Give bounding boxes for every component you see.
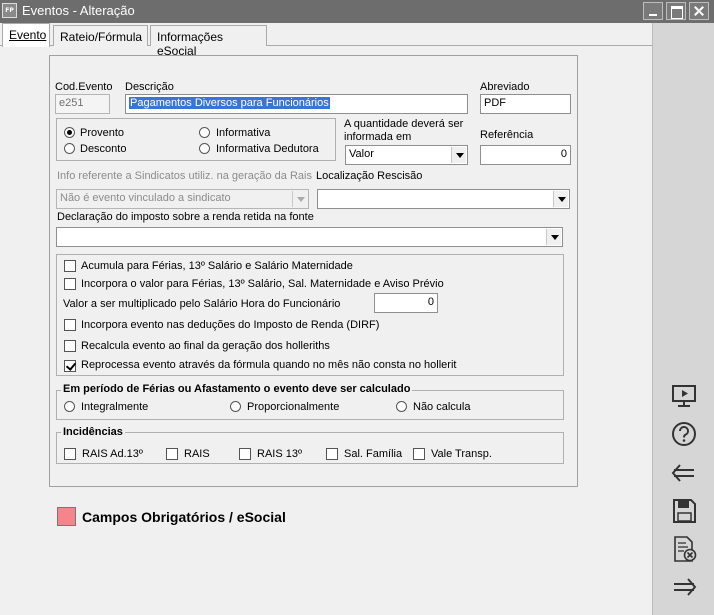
tab-informacoes-esocial[interactable]: Informações eSocial [150, 25, 267, 58]
back-arrow-icon [671, 464, 694, 482]
ferias-group-title: Em período de Férias ou Afastamento o ev… [61, 383, 413, 395]
forward-arrow-icon [674, 578, 697, 596]
descricao-field[interactable]: Pagamentos Diversos para Funcionários [125, 94, 468, 114]
referencia-label: Referência [480, 129, 534, 141]
dirf-decl-select[interactable] [56, 227, 563, 247]
tab-evento[interactable]: Evento [2, 23, 50, 47]
sindicato-value: Não é evento vinculado a sindicato [60, 192, 231, 204]
save-button[interactable] [669, 497, 699, 525]
abreviado-label: Abreviado [480, 81, 530, 93]
acumula-ferias-label: Acumula para Férias, 13º Salário e Salár… [81, 260, 353, 272]
app-icon: FP [2, 3, 17, 18]
action-sidebar [652, 23, 714, 615]
tab-strip: Evento Rateio/Fórmula Informações eSocia… [0, 23, 652, 58]
acumula-ferias-checkbox[interactable] [64, 260, 76, 272]
presentation-button[interactable] [669, 382, 699, 410]
multiplicador-label: Valor a ser multiplicado pelo Salário Ho… [63, 298, 341, 310]
dirf-decl-label: Declaração do imposto sobre a renda reti… [57, 211, 314, 223]
nao-calcula-label: Não calcula [413, 401, 471, 413]
cod-evento-field: e251 [55, 94, 110, 114]
desconto-label: Desconto [80, 143, 127, 155]
maximize-button[interactable] [666, 2, 686, 20]
referencia-field[interactable]: 0 [480, 145, 571, 165]
forward-button[interactable] [669, 573, 699, 601]
incidencias-group-title: Incidências [61, 426, 125, 438]
descricao-selected-text: Pagamentos Diversos para Funcionários [129, 97, 330, 109]
rais-13-label: RAIS 13º [257, 448, 302, 460]
radio-integralmente[interactable] [64, 401, 75, 412]
quantidade-value: Valor [349, 148, 374, 160]
window-title: Eventos - Alteração [22, 3, 135, 18]
radio-informativa[interactable] [199, 127, 210, 138]
cancel-document-icon [674, 536, 697, 562]
cod-evento-label: Cod.Evento [55, 81, 113, 93]
recalcula-label: Recalcula evento ao final da geração dos… [81, 340, 330, 352]
incorpora-irrf-label: Incorpora evento nas deduções do Imposto… [81, 319, 380, 331]
rescisao-select[interactable] [317, 189, 570, 209]
cancel-button[interactable] [669, 535, 699, 563]
required-fields-swatch [57, 507, 76, 526]
required-fields-legend: Campos Obrigatórios / eSocial [82, 509, 286, 525]
radio-informativa-dedutora[interactable] [199, 143, 210, 154]
radio-provento[interactable] [64, 127, 75, 138]
rais-checkbox[interactable] [166, 448, 178, 460]
quantidade-label: A quantidade deverá ser informada em [344, 118, 464, 143]
incorpora-valor-label: Incorpora o valor para Férias, 13º Salár… [81, 278, 444, 290]
options-group [56, 254, 564, 376]
multiplicador-field[interactable]: 0 [374, 293, 438, 313]
rais-13-checkbox[interactable] [239, 448, 251, 460]
vale-transp-label: Vale Transp. [431, 448, 492, 460]
help-button[interactable] [669, 420, 699, 448]
informativa-dedutora-label: Informativa Dedutora [216, 143, 319, 155]
informativa-label: Informativa [216, 127, 271, 139]
title-bar: FP Eventos - Alteração [0, 0, 714, 23]
abreviado-field[interactable]: PDF [480, 94, 571, 114]
chevron-down-icon [553, 191, 568, 207]
radio-desconto[interactable] [64, 143, 75, 154]
back-button[interactable] [669, 459, 699, 487]
incorpora-valor-checkbox[interactable] [64, 278, 76, 290]
presentation-icon [672, 385, 696, 407]
rais-ad13-checkbox[interactable] [64, 448, 76, 460]
rescisao-label: Localização Rescisão [316, 170, 423, 182]
quantidade-select[interactable]: Valor [345, 145, 468, 165]
help-icon [672, 422, 696, 446]
reprocessa-label: Reprocessa evento através da fórmula qua… [81, 359, 457, 371]
recalcula-checkbox[interactable] [64, 340, 76, 352]
descricao-label: Descrição [125, 81, 174, 93]
save-icon [673, 499, 696, 523]
chevron-down-icon [546, 229, 561, 245]
sal-familia-label: Sal. Família [344, 448, 403, 460]
reprocessa-checkbox[interactable] [64, 360, 76, 372]
chevron-down-icon [451, 147, 466, 163]
proporcionalmente-label: Proporcionalmente [247, 401, 340, 413]
sindicato-label: Info referente a Sindicatos utiliz. na g… [57, 170, 312, 182]
sal-familia-checkbox[interactable] [326, 448, 338, 460]
minimize-button[interactable] [643, 2, 663, 20]
vale-transp-checkbox[interactable] [413, 448, 425, 460]
incorpora-irrf-checkbox[interactable] [64, 319, 76, 331]
integralmente-label: Integralmente [81, 401, 149, 413]
tab-rateio-formula[interactable]: Rateio/Fórmula [53, 25, 148, 46]
sindicato-select: Não é evento vinculado a sindicato [56, 189, 309, 209]
rais-label: RAIS [184, 448, 210, 460]
provento-label: Provento [80, 127, 125, 139]
close-button[interactable] [689, 2, 709, 20]
radio-proporcionalmente[interactable] [230, 401, 241, 412]
radio-nao-calcula[interactable] [396, 401, 407, 412]
rais-ad13-label: RAIS Ad.13º [82, 448, 143, 460]
chevron-down-icon [292, 191, 307, 207]
